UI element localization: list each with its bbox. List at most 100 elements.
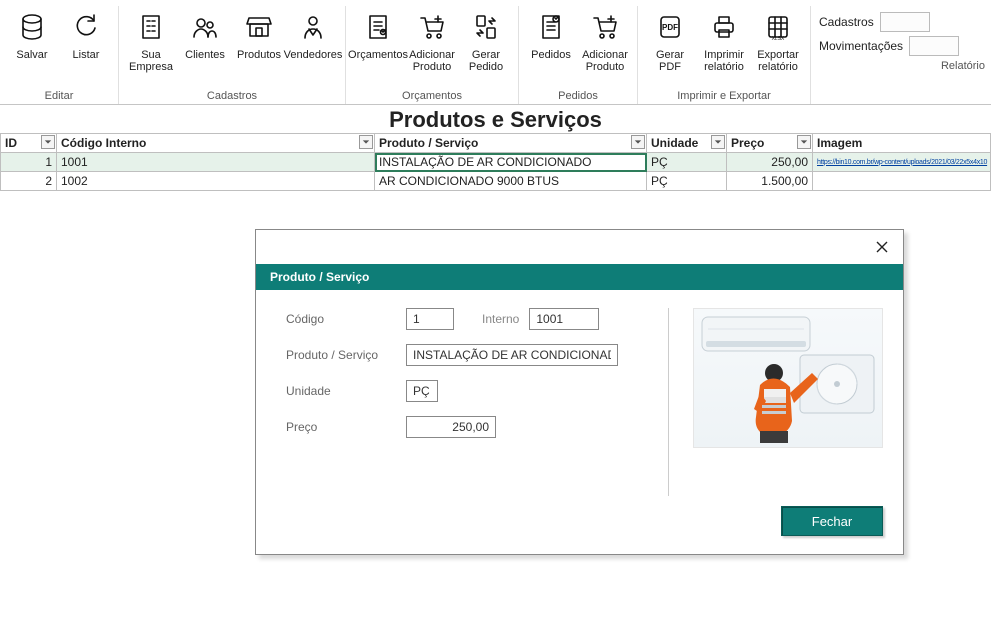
- gerar-pdf-button[interactable]: PDF Gerar PDF: [644, 6, 696, 73]
- codigo-field[interactable]: [406, 308, 454, 330]
- produto-label: Produto / Serviço: [286, 348, 396, 362]
- ribbon-group-label: Orçamentos: [352, 87, 512, 104]
- ribbon-btn-label: Produtos: [237, 49, 281, 61]
- cell-id[interactable]: 1: [1, 153, 57, 172]
- dialog-titlebar: [256, 230, 903, 264]
- cart-add-icon: [590, 12, 620, 45]
- adicionar-produto-ped-button[interactable]: Adicionar Produto: [579, 6, 631, 73]
- ribbon-group: Pedidos Adicionar Produto Pedidos: [519, 6, 638, 104]
- col-header-codigo[interactable]: Código Interno: [57, 134, 375, 153]
- col-header-unidade[interactable]: Unidade: [647, 134, 727, 153]
- printer-icon: [709, 12, 739, 45]
- cell-codigo[interactable]: 1002: [57, 172, 375, 191]
- cadastros-label: Cadastros: [819, 15, 874, 29]
- product-image: [693, 308, 883, 448]
- unidade-label: Unidade: [286, 384, 396, 398]
- swap-icon: [471, 12, 501, 45]
- ribbon-group: OrçamentosAdicionar ProdutoGerar PedidoO…: [346, 6, 519, 104]
- produto-field[interactable]: [406, 344, 618, 366]
- cell-preco[interactable]: 1.500,00: [727, 172, 813, 191]
- cell-unidade[interactable]: PÇ: [647, 172, 727, 191]
- ribbon-btn-label: Vendedores: [284, 49, 343, 61]
- cell-codigo[interactable]: 1001: [57, 153, 375, 172]
- ribbon-btn-label: Orçamentos: [348, 49, 408, 61]
- movimentacoes-label: Movimentações: [819, 39, 903, 53]
- col-header-produto[interactable]: Produto / Serviço: [375, 134, 647, 153]
- imprimir-relatorio-button[interactable]: Imprimir relatório: [698, 6, 750, 73]
- ribbon-btn-label: Sua Empresa: [129, 49, 173, 73]
- page-title: Produtos e Serviços: [0, 105, 991, 133]
- salvar-button[interactable]: Salvar: [6, 6, 58, 61]
- adicionar-produto-orc-button[interactable]: Adicionar Produto: [406, 6, 458, 73]
- table-row[interactable]: 11001INSTALAÇÃO DE AR CONDICIONADOPÇ250,…: [1, 153, 991, 172]
- ribbon-btn-label: Gerar Pedido: [469, 49, 503, 73]
- movimentacoes-dropdown[interactable]: [909, 36, 959, 56]
- ribbon-group-label: Editar: [6, 87, 112, 104]
- product-dialog: Produto / Serviço Código Interno Produto…: [255, 229, 904, 555]
- xls-icon: XLSX: [763, 12, 793, 45]
- close-icon[interactable]: [869, 234, 895, 260]
- cell-preco[interactable]: 250,00: [727, 153, 813, 172]
- ribbon-btn-label: Exportar relatório: [757, 49, 799, 73]
- vendedores-button[interactable]: Vendedores: [287, 6, 339, 61]
- col-header-imagem[interactable]: Imagem: [813, 134, 991, 153]
- listar-button[interactable]: Listar: [60, 6, 112, 61]
- cell-unidade[interactable]: PÇ: [647, 153, 727, 172]
- ribbon-group: Sua EmpresaClientesProdutosVendedoresCad…: [119, 6, 346, 104]
- unidade-field[interactable]: [406, 380, 438, 402]
- cadastros-dropdown[interactable]: [880, 12, 930, 32]
- pdf-icon: PDF: [655, 12, 685, 45]
- produtos-button[interactable]: Produtos: [233, 6, 285, 61]
- cell-produto[interactable]: INSTALAÇÃO DE AR CONDICIONADO: [375, 153, 647, 172]
- vendor-icon: [298, 12, 328, 45]
- interno-field[interactable]: [529, 308, 599, 330]
- ribbon-group-label: Cadastros: [125, 87, 339, 104]
- filter-icon[interactable]: [631, 135, 645, 149]
- preco-label: Preço: [286, 420, 396, 434]
- building-icon: [136, 12, 166, 45]
- sua-empresa-button[interactable]: Sua Empresa: [125, 6, 177, 73]
- ribbon-group-label: Pedidos: [525, 87, 631, 104]
- ribbon: Salvar Listar Editar Sua EmpresaClientes Pro…: [0, 0, 991, 105]
- ribbon-btn-label: Listar: [73, 49, 100, 61]
- dialog-form: Código Interno Produto / Serviço Unidade…: [286, 308, 644, 496]
- ribbon-group: Salvar Listar Editar: [0, 6, 119, 104]
- relatorio-label: Relatório: [819, 60, 991, 75]
- refresh-icon: [71, 12, 101, 45]
- preco-field[interactable]: [406, 416, 496, 438]
- cart-add-icon: [417, 12, 447, 45]
- ribbon-btn-label: Adicionar Produto: [409, 49, 455, 73]
- ribbon-btn-label: Pedidos: [531, 49, 571, 61]
- table-row[interactable]: 21002AR CONDICIONADO 9000 BTUSPÇ1.500,00: [1, 172, 991, 191]
- filter-icon[interactable]: [797, 135, 811, 149]
- cell-imagem[interactable]: [813, 172, 991, 191]
- ribbon-btn-label: Imprimir relatório: [704, 49, 744, 73]
- exportar-relatorio-button[interactable]: XLSX Exportar relatório: [752, 6, 804, 73]
- ribbon-side-panel: Cadastros Movimentações Relatório: [811, 6, 991, 75]
- cell-imagem[interactable]: https://bin10.com.br/wp-content/uploads/…: [813, 153, 991, 172]
- filter-icon[interactable]: [359, 135, 373, 149]
- orcamentos-button[interactable]: Orçamentos: [352, 6, 404, 61]
- products-table: ID Código Interno Produto / Serviço Unid…: [0, 133, 991, 191]
- fechar-button[interactable]: Fechar: [781, 506, 883, 536]
- codigo-label: Código: [286, 312, 396, 326]
- filter-icon[interactable]: [41, 135, 55, 149]
- gerar-pedido-button[interactable]: Gerar Pedido: [460, 6, 512, 73]
- pedidos-button[interactable]: Pedidos: [525, 6, 577, 61]
- filter-icon[interactable]: [711, 135, 725, 149]
- people-icon: [190, 12, 220, 45]
- cell-id[interactable]: 2: [1, 172, 57, 191]
- dialog-header: Produto / Serviço: [256, 264, 903, 290]
- ribbon-btn-label: Salvar: [16, 49, 47, 61]
- svg-text:PDF: PDF: [662, 23, 678, 32]
- ribbon-btn-label: Gerar PDF: [656, 49, 684, 73]
- ribbon-group: PDF Gerar PDF Imprimir relatório XLSX Export…: [638, 6, 811, 104]
- col-header-preco[interactable]: Preço: [727, 134, 813, 153]
- ribbon-group-label: Imprimir e Exportar: [644, 87, 804, 104]
- svg-text:XLSX: XLSX: [772, 36, 785, 42]
- clientes-button[interactable]: Clientes: [179, 6, 231, 61]
- cell-produto[interactable]: AR CONDICIONADO 9000 BTUS: [375, 172, 647, 191]
- col-header-id[interactable]: ID: [1, 134, 57, 153]
- ribbon-btn-label: Adicionar Produto: [582, 49, 628, 73]
- table-header-row: ID Código Interno Produto / Serviço Unid…: [1, 134, 991, 153]
